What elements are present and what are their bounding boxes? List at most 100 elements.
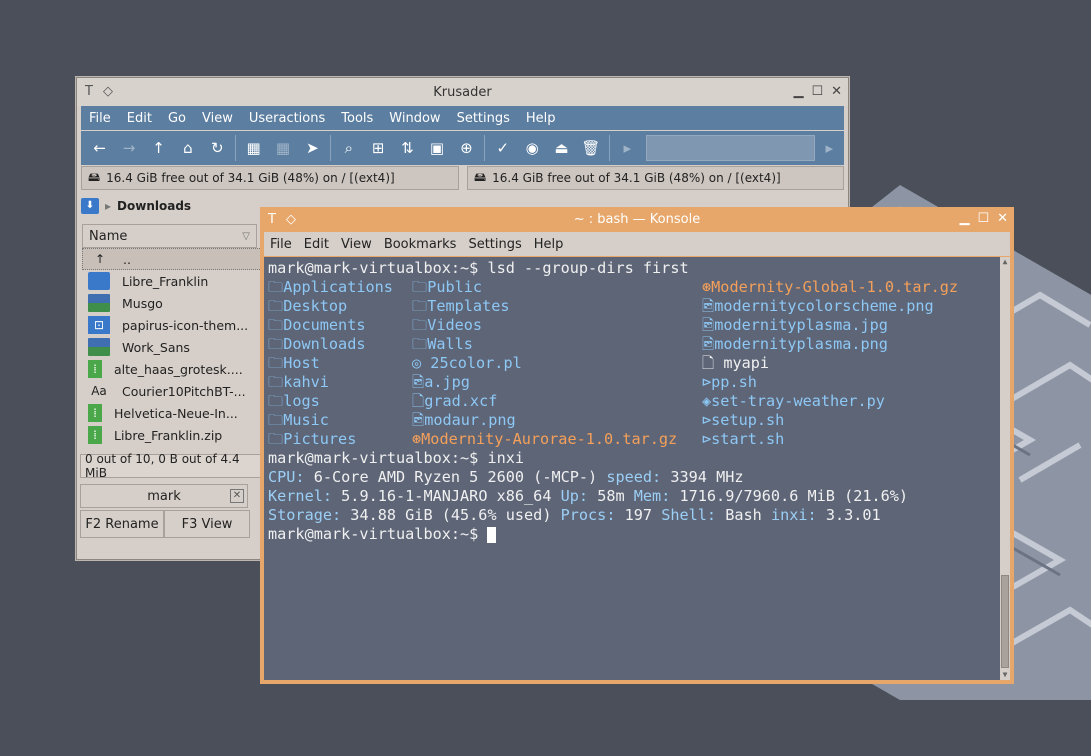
konsole-window: T ◇ ~ : bash — Konsole ▁ ☐ ✕ File Edit Vi… [260,207,1014,684]
archive-icon[interactable]: ▣ [422,133,451,163]
path-bar[interactable]: ⬇ ▸ Downloads [81,194,261,218]
ls-entry: 🗋 myapi [702,354,770,372]
zip-icon: ⁞ [88,360,102,378]
menu-file[interactable]: File [264,237,298,252]
go-icon[interactable]: ▸ [815,133,844,163]
forward-icon[interactable]: → [114,133,143,163]
archive-icon: ⊛ [702,278,712,296]
menu-go[interactable]: Go [160,111,194,126]
terminal-line: CPU: 6-Core AMD Ryzen 5 2600 (-MCP-) spe… [268,468,744,486]
scroll-down-icon[interactable]: ▼ [1000,670,1010,680]
disk-icon: 🖴 [88,169,101,184]
f3-view-button[interactable]: F3 View [164,510,250,538]
pointer-icon[interactable]: ➤ [298,133,327,163]
new-tab-icon[interactable]: ⊕ [452,133,481,163]
minimize-icon[interactable]: ▁ [793,84,803,99]
ls-entry: ⊛Modernity-Aurorae-1.0.tar.gz [412,430,678,448]
folder-icon: 🗀 [268,278,284,296]
ls-entry: 🗀Templates [412,297,510,315]
disk-icon: 🖴 [474,169,487,184]
window-menu-icon[interactable]: T [85,84,93,99]
keep-above-icon[interactable]: ◇ [286,212,296,227]
keep-above-icon[interactable]: ◇ [103,84,113,99]
python-icon: ◈ [702,392,712,410]
menu-useractions[interactable]: Useractions [241,111,333,126]
menu-settings[interactable]: Settings [462,237,527,252]
column-header-name[interactable]: Name ▽ [82,224,257,248]
shell-icon: ⊳ [702,430,712,448]
new-file-icon[interactable]: ⊞ [363,133,392,163]
list-item[interactable]: ⊡ papirus-icon-them... [82,314,262,336]
konsole-titlebar[interactable]: T ◇ ~ : bash — Konsole ▁ ☐ ✕ [260,207,1014,231]
unselect-icon[interactable]: ▦ [268,133,297,163]
list-item[interactable]: ⁞ Libre_Franklin.zip [82,424,262,446]
menu-file[interactable]: File [81,111,119,126]
network-icon[interactable]: ◉ [517,133,546,163]
sync-icon[interactable]: ⇅ [393,133,422,163]
maximize-icon[interactable]: ☐ [811,84,823,99]
check-icon[interactable]: ✓ [488,133,517,163]
minimize-icon[interactable]: ▁ [959,211,969,226]
ls-entry: 🗀Host [268,354,320,372]
menu-help[interactable]: Help [528,237,570,252]
mount-icon[interactable]: ⏏ [547,133,576,163]
select-all-icon[interactable]: ▦ [239,133,268,163]
archive-icon: ⊛ [412,430,422,448]
menu-bookmarks[interactable]: Bookmarks [378,237,463,252]
file-icon: 🗋 [702,354,715,372]
shell-icon: ⊳ [702,373,712,391]
home-icon[interactable]: ⌂ [173,133,202,163]
krusader-titlebar[interactable]: T ◇ Krusader ▁ ☐ ✕ [77,78,848,106]
menu-tools[interactable]: Tools [333,111,381,126]
scroll-up-icon[interactable]: ▲ [1000,257,1010,267]
refresh-icon[interactable]: ↻ [203,133,232,163]
trash-icon[interactable]: 🗑 [576,133,605,163]
up-icon[interactable]: ↑ [144,133,173,163]
folder-icon: 🗀 [268,373,284,391]
toolbar-search-input[interactable] [645,135,815,161]
list-item[interactable]: Work_Sans [82,336,262,358]
file-list: ↑.. Libre_Franklin Musgo ⊡ papirus-icon-t… [82,248,262,446]
file-icon: 🗋 [412,392,425,410]
ls-entry: ◎ 25color.pl [412,354,522,372]
perl-icon: ◎ [412,354,422,372]
window-menu-icon[interactable]: T [268,212,276,227]
menu-view[interactable]: View [335,237,378,252]
terminal[interactable]: mark@mark-virtualbox:~$ lsd --group-dirs… [264,257,1010,680]
menu-settings[interactable]: Settings [449,111,518,126]
font-icon: Aa [91,384,107,398]
clear-icon[interactable]: ✕ [230,489,244,503]
folder-icon: 🗀 [268,335,284,353]
command-line[interactable]: mark [80,484,248,508]
list-item[interactable]: Libre_Franklin [82,270,262,292]
folder-icon: 🗀 [268,392,284,410]
folder-icon: 🗀 [268,430,284,448]
list-item[interactable]: ⁞ Helvetica-Neue-In... [82,402,262,424]
list-item[interactable]: ↑.. [82,248,262,270]
list-item[interactable]: ⁞ alte_haas_grotesk.... [82,358,262,380]
text-cursor [487,526,497,543]
close-icon[interactable]: ✕ [831,84,842,99]
play-icon[interactable]: ▸ [613,133,642,163]
function-keys: F2 Rename F3 View [80,510,250,538]
menu-edit[interactable]: Edit [119,111,160,126]
menu-help[interactable]: Help [518,111,564,126]
ls-entry: 🗀Pictures [268,430,357,448]
list-item[interactable]: Aa Courier10PitchBT-... [82,380,262,402]
back-icon[interactable]: ← [85,133,114,163]
maximize-icon[interactable]: ☐ [977,211,989,226]
f2-rename-button[interactable]: F2 Rename [80,510,164,538]
ls-entry: 🗀Music [268,411,329,429]
scrollbar-thumb[interactable] [1001,575,1009,668]
close-icon[interactable]: ✕ [997,211,1008,226]
zip-icon: ⁞ [88,404,102,422]
search-icon[interactable]: ⌕ [334,133,363,163]
terminal-scrollbar[interactable]: ▲ ▼ [1000,257,1010,680]
image-folder-icon [88,294,110,312]
ls-entry: ⊳setup.sh [702,411,785,429]
list-item[interactable]: Musgo [82,292,262,314]
breadcrumb-arrow-icon: ▸ [105,199,112,213]
menu-view[interactable]: View [194,111,241,126]
menu-window[interactable]: Window [381,111,448,126]
menu-edit[interactable]: Edit [298,237,335,252]
